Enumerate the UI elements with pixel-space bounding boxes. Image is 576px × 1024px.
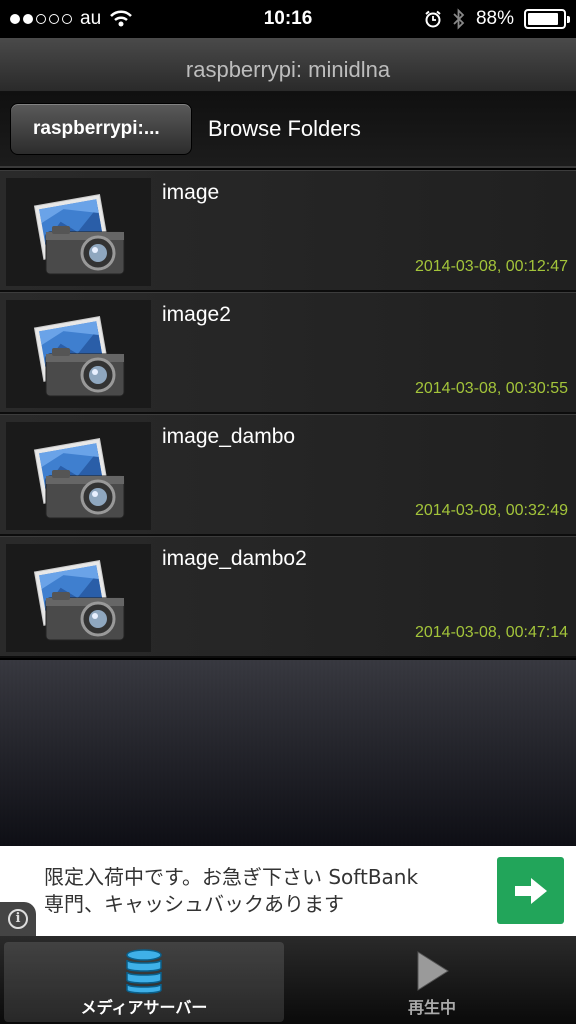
folder-name: image	[162, 181, 220, 204]
ad-arrow-button[interactable]	[497, 857, 564, 924]
back-button-label: raspberrypi:...	[33, 118, 160, 139]
folder-name: image2	[162, 303, 231, 326]
back-button[interactable]: raspberrypi:...	[10, 103, 192, 155]
tab-label: 再生中	[407, 998, 456, 1017]
empty-list-overlay	[0, 660, 576, 846]
database-icon	[126, 949, 162, 994]
ad-info-button[interactable]: i	[0, 902, 36, 936]
arrow-right-icon	[514, 877, 547, 904]
folder-date: 2014-03-08, 00:30:55	[414, 380, 568, 397]
folder-name: image_dambo	[162, 425, 296, 448]
status-right: 88%	[424, 0, 570, 38]
photo-camera-icon	[6, 178, 151, 286]
tab-now-playing[interactable]: 再生中	[292, 942, 572, 1022]
signal-icon	[10, 14, 72, 24]
folder-name: image_dambo2	[162, 547, 307, 570]
carrier-label: au	[80, 8, 102, 29]
battery-icon	[524, 9, 570, 29]
bluetooth-icon	[453, 8, 465, 30]
ad-text[interactable]: 限定入荷中です。お急ぎ下さい SoftBank 専門、キャッシュバックあります	[44, 864, 484, 918]
status-left: au	[10, 0, 133, 38]
page-title: Browse Folders	[208, 116, 361, 141]
wifi-icon	[110, 10, 133, 27]
tab-bar: メディアサーバー 再生中	[0, 936, 576, 1024]
ad-text-line2: 専門、キャッシュバックあります	[44, 892, 344, 916]
folder-date: 2014-03-08, 00:47:14	[414, 624, 568, 641]
photo-camera-icon	[6, 422, 151, 530]
app-title-bar: raspberrypi: minidlna	[0, 38, 576, 92]
folder-date: 2014-03-08, 00:12:47	[414, 258, 568, 275]
app-title: raspberrypi: minidlna	[185, 56, 391, 82]
list-item[interactable]: image2 2014-03-08, 00:30:55	[0, 292, 576, 414]
ad-banner[interactable]: 限定入荷中です。お急ぎ下さい SoftBank 専門、キャッシュバックあります …	[0, 846, 576, 936]
ad-text-line1: 限定入荷中です。お急ぎ下さい SoftBank	[44, 865, 419, 889]
list-item[interactable]: image_dambo 2014-03-08, 00:32:49	[0, 414, 576, 536]
tab-media-server[interactable]: メディアサーバー	[4, 942, 284, 1022]
folder-list: image 2014-03-08, 00:12:47 image2 2014-0…	[0, 170, 576, 658]
list-item[interactable]: image_dambo2 2014-03-08, 00:47:14	[0, 536, 576, 658]
info-icon: i	[8, 909, 28, 929]
battery-percent: 88%	[475, 8, 514, 29]
play-icon	[417, 951, 449, 991]
tab-label: メディアサーバー	[80, 998, 208, 1017]
navigation-bar: raspberrypi:... Browse Folders	[0, 92, 576, 168]
list-item[interactable]: image 2014-03-08, 00:12:47	[0, 170, 576, 292]
status-bar: au 10:16 88%	[0, 0, 576, 38]
alarm-icon	[425, 10, 441, 28]
photo-camera-icon	[6, 544, 151, 652]
folder-date: 2014-03-08, 00:32:49	[414, 502, 568, 519]
photo-camera-icon	[6, 300, 151, 408]
